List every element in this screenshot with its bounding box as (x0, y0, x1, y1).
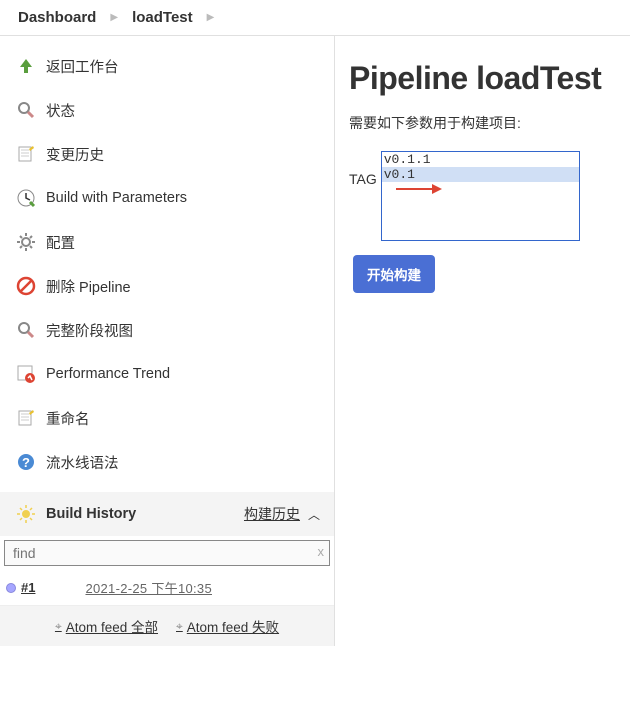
sidebar-item-label: 状态 (46, 100, 75, 121)
notepad-icon (14, 406, 38, 430)
select-option[interactable]: v0.1.1 (382, 152, 579, 167)
sidebar-item-label: 重命名 (46, 408, 90, 429)
sidebar-item-build-params[interactable]: Build with Parameters (0, 176, 334, 220)
gear-icon (14, 230, 38, 254)
prohibit-icon (14, 274, 38, 298)
sidebar-item-label: 配置 (46, 232, 75, 253)
sidebar-item-perf-trend[interactable]: Performance Trend (0, 352, 334, 396)
main-content: Pipeline loadTest 需要如下参数用于构建项目: TAG v0.1… (335, 36, 630, 646)
trend-icon (14, 362, 38, 386)
build-history-title: Build History (46, 506, 244, 522)
feed-all-label: Atom feed 全部 (66, 616, 158, 636)
sidebar-item-status[interactable]: 状态 (0, 88, 334, 132)
build-search-input[interactable] (4, 540, 330, 566)
sidebar: 返回工作台 状态 变更历史 Build with Parameters 配置 删… (0, 36, 335, 646)
sidebar-item-label: 变更历史 (46, 144, 104, 165)
build-row[interactable]: #1 2021-2-25 下午10:35 (0, 570, 334, 606)
param-label: TAG (349, 151, 377, 187)
atom-feed-fail-link[interactable]: ⌖ Atom feed 失败 (176, 616, 279, 636)
page-description: 需要如下参数用于构建项目: (349, 113, 616, 133)
build-status-icon (6, 583, 16, 593)
clock-icon (14, 186, 38, 210)
sidebar-item-changes[interactable]: 变更历史 (0, 132, 334, 176)
rss-icon: ⌖ (176, 619, 183, 634)
build-time-link[interactable]: 2021-2-25 下午10:35 (85, 578, 212, 597)
build-history-header: Build History 构建历史 ︿ (0, 492, 334, 536)
svg-text:?: ? (22, 455, 30, 470)
build-history-link[interactable]: 构建历史 (244, 504, 300, 524)
breadcrumb: Dashboard ▶ loadTest ▶ (0, 0, 630, 36)
chevron-up-icon[interactable]: ︿ (308, 506, 320, 523)
rss-icon: ⌖ (55, 619, 62, 634)
chevron-right-icon: ▶ (110, 12, 118, 23)
select-option-selected[interactable]: v0.1 (382, 167, 579, 182)
feed-links: ⌖ Atom feed 全部 ⌖ Atom feed 失败 (0, 606, 334, 646)
arrow-annotation-icon (396, 182, 442, 196)
build-search: x (4, 540, 330, 566)
sun-icon (14, 502, 38, 526)
breadcrumb-loadtest[interactable]: loadTest (132, 9, 193, 26)
sidebar-item-delete[interactable]: 删除 Pipeline (0, 264, 334, 308)
page-title: Pipeline loadTest (349, 60, 616, 97)
feed-fail-label: Atom feed 失败 (187, 616, 279, 636)
sidebar-item-label: 完整阶段视图 (46, 320, 133, 341)
tag-select[interactable]: v0.1.1 v0.1 (381, 151, 580, 241)
sidebar-item-full-stage[interactable]: 完整阶段视图 (0, 308, 334, 352)
help-icon: ? (14, 450, 38, 474)
sidebar-item-label: 返回工作台 (46, 56, 119, 77)
search-icon (14, 318, 38, 342)
sidebar-item-syntax[interactable]: ? 流水线语法 (0, 440, 334, 484)
atom-feed-all-link[interactable]: ⌖ Atom feed 全部 (55, 616, 158, 636)
sidebar-item-label: Build with Parameters (46, 190, 187, 206)
start-build-button[interactable]: 开始构建 (353, 255, 435, 293)
notepad-icon (14, 142, 38, 166)
param-tag: TAG v0.1.1 v0.1 (349, 151, 616, 241)
sidebar-item-rename[interactable]: 重命名 (0, 396, 334, 440)
sidebar-item-back[interactable]: 返回工作台 (0, 44, 334, 88)
chevron-right-icon: ▶ (207, 12, 215, 23)
build-number-link[interactable]: #1 (21, 580, 35, 595)
clear-search-button[interactable]: x (318, 544, 325, 559)
sidebar-item-label: 流水线语法 (46, 452, 119, 473)
arrow-up-icon (14, 54, 38, 78)
breadcrumb-dashboard[interactable]: Dashboard (18, 9, 96, 26)
sidebar-item-configure[interactable]: 配置 (0, 220, 334, 264)
sidebar-item-label: 删除 Pipeline (46, 276, 131, 297)
sidebar-item-label: Performance Trend (46, 366, 170, 382)
search-icon (14, 98, 38, 122)
